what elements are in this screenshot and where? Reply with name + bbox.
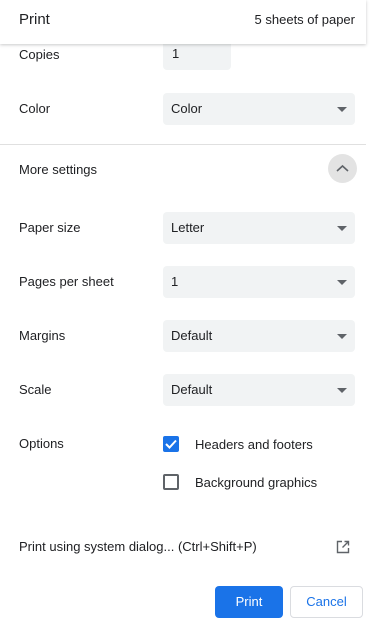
more-settings-label[interactable]: More settings bbox=[19, 162, 97, 177]
copies-label: Copies bbox=[19, 47, 60, 62]
dropdown-caret-icon bbox=[337, 334, 347, 339]
margins-select[interactable]: Default bbox=[163, 320, 355, 352]
dropdown-caret-icon bbox=[337, 226, 347, 231]
color-label: Color bbox=[19, 101, 51, 116]
paper-size-label: Paper size bbox=[19, 220, 81, 235]
open-in-new-icon[interactable] bbox=[336, 540, 350, 554]
headers-footers-checkbox[interactable] bbox=[163, 436, 179, 452]
print-header: Print 5 sheets of paper bbox=[0, 0, 366, 44]
headers-footers-label[interactable]: Headers and footers bbox=[195, 437, 313, 452]
options-label: Options bbox=[19, 436, 64, 451]
pages-per-sheet-label: Pages per sheet bbox=[19, 274, 114, 289]
checkmark-icon bbox=[165, 439, 177, 449]
background-graphics-checkbox[interactable] bbox=[163, 474, 179, 490]
settings-scroll-area[interactable]: Copies 1 Color Color More settings Paper… bbox=[0, 0, 366, 574]
color-select-value: Color bbox=[171, 101, 203, 116]
pages-per-sheet-value: 1 bbox=[171, 274, 179, 289]
margins-label: Margins bbox=[19, 328, 66, 343]
scrollbar[interactable] bbox=[366, 0, 382, 574]
background-graphics-label[interactable]: Background graphics bbox=[195, 475, 317, 490]
dropdown-caret-icon bbox=[337, 280, 347, 285]
pages-per-sheet-select[interactable]: 1 bbox=[163, 266, 355, 298]
scale-value: Default bbox=[171, 382, 213, 397]
page-title: Print bbox=[19, 11, 50, 28]
chevron-up-icon bbox=[336, 164, 349, 172]
print-button[interactable]: Print bbox=[215, 586, 283, 618]
margins-value: Default bbox=[171, 328, 213, 343]
more-settings-toggle[interactable] bbox=[328, 154, 357, 183]
scale-select[interactable]: Default bbox=[163, 374, 355, 406]
cancel-button[interactable]: Cancel bbox=[290, 586, 363, 618]
dropdown-caret-icon bbox=[337, 388, 347, 393]
scale-label: Scale bbox=[19, 382, 52, 397]
dropdown-caret-icon bbox=[337, 107, 347, 112]
paper-size-value: Letter bbox=[171, 220, 205, 235]
color-select[interactable]: Color bbox=[163, 93, 355, 125]
sheet-count: 5 sheets of paper bbox=[254, 12, 355, 27]
section-divider bbox=[0, 144, 366, 145]
system-dialog-link[interactable]: Print using system dialog... (Ctrl+Shift… bbox=[19, 539, 257, 554]
paper-size-select[interactable]: Letter bbox=[163, 212, 355, 244]
